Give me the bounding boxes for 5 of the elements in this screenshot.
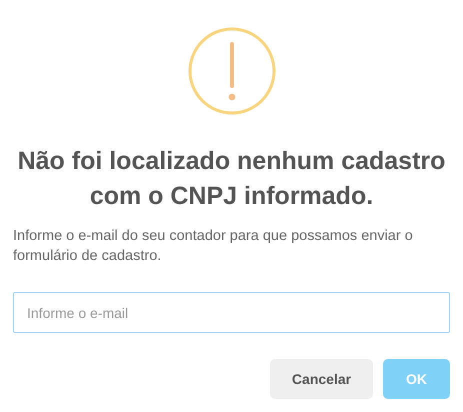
email-field[interactable]: Informe o e-mail (13, 292, 450, 333)
dialog-message: Informe o e-mail do seu contador para que possamos enviar o formulário de cadastro. (12, 227, 414, 266)
cancel-button[interactable]: Cancelar (270, 359, 373, 399)
dialog-title: Não foi localizado nenhum cadastro com o CNPJ informado. (16, 146, 446, 212)
warning-icon (186, 26, 276, 116)
